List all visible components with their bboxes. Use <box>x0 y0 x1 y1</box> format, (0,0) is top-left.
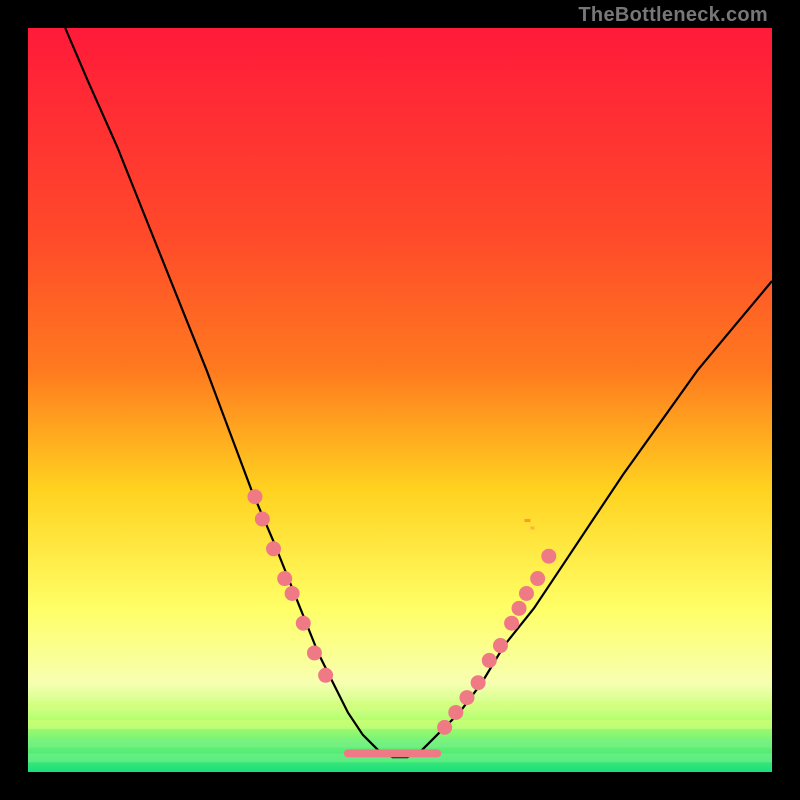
data-point-left <box>285 586 300 601</box>
data-point-right <box>459 690 474 705</box>
chart-svg <box>28 28 772 772</box>
frame-bottom <box>0 772 800 800</box>
data-point-right <box>530 571 545 586</box>
frame-right <box>772 0 800 800</box>
data-point-left <box>307 645 322 660</box>
data-point-left <box>318 668 333 683</box>
strata-band <box>28 701 772 710</box>
data-point-right <box>512 601 527 616</box>
fleck <box>530 526 534 529</box>
data-point-right <box>482 653 497 668</box>
strata-band <box>28 720 772 729</box>
data-point-left <box>296 616 311 631</box>
plot-area <box>28 28 772 772</box>
data-point-left <box>255 512 270 527</box>
data-point-right <box>437 720 452 735</box>
data-point-right <box>541 549 556 564</box>
data-point-right <box>504 616 519 631</box>
strata-band <box>28 739 772 748</box>
data-point-left <box>277 571 292 586</box>
frame-left <box>0 0 28 800</box>
watermark-text: TheBottleneck.com <box>578 4 768 27</box>
data-point-right <box>519 586 534 601</box>
data-point-right <box>448 705 463 720</box>
gradient-bg <box>28 28 772 772</box>
data-point-right <box>471 675 486 690</box>
fleck <box>524 519 530 522</box>
data-point-left <box>247 489 262 504</box>
data-point-right <box>493 638 508 653</box>
data-point-left <box>266 541 281 556</box>
